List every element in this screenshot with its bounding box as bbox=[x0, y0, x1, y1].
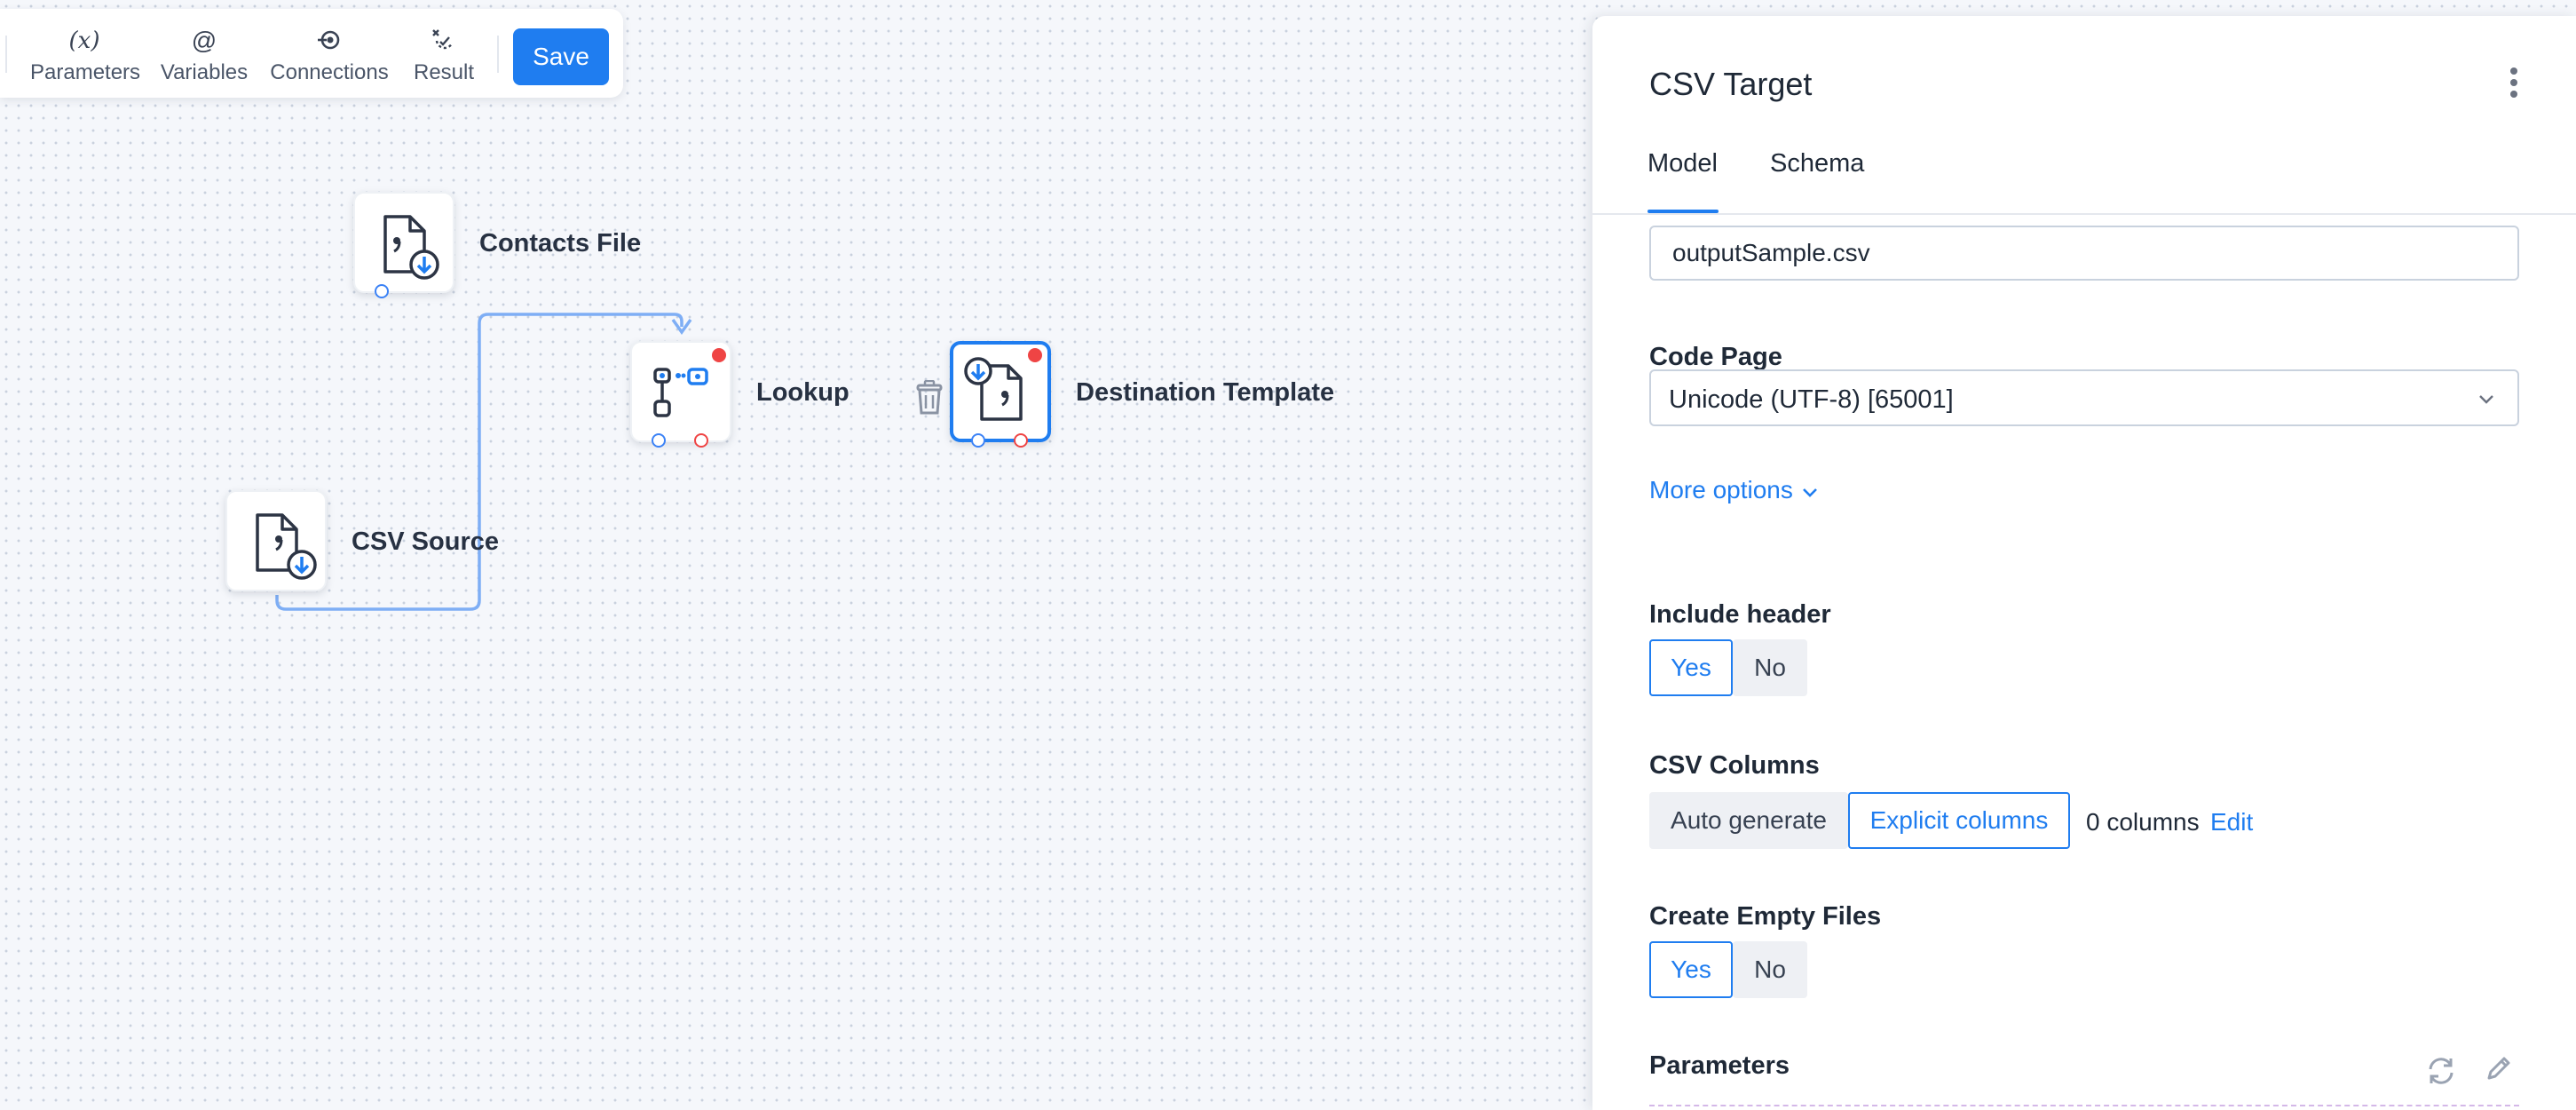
toolbar-result-label: Result bbox=[413, 60, 475, 84]
at-sign-icon: @ bbox=[191, 27, 217, 54]
connections-icon bbox=[268, 27, 391, 55]
node-csv-source[interactable] bbox=[225, 490, 327, 591]
node-lookup-error-indicator bbox=[712, 348, 726, 362]
parameters-label: Parameters bbox=[1649, 1051, 1790, 1080]
csv-file-icon bbox=[256, 513, 317, 580]
file-name-input[interactable] bbox=[1649, 226, 2519, 281]
pencil-icon[interactable] bbox=[2484, 1053, 2514, 1083]
csv-columns-explicit[interactable]: Explicit columns bbox=[1848, 792, 2070, 849]
code-page-label: Code Page bbox=[1649, 343, 1782, 371]
node-contacts-file-output-port[interactable] bbox=[375, 284, 389, 298]
create-empty-files-yes[interactable]: Yes bbox=[1649, 941, 1733, 998]
save-button[interactable]: Save bbox=[513, 28, 609, 85]
toolbar-connections-label: Connections bbox=[270, 60, 389, 84]
panel-title: CSV Target bbox=[1649, 66, 1813, 102]
code-page-select[interactable]: Unicode (UTF-8) [65001] bbox=[1649, 369, 2519, 426]
include-header-label: Include header bbox=[1649, 600, 1831, 629]
toolbar-connections[interactable]: Connections bbox=[268, 27, 391, 84]
tab-model[interactable]: Model bbox=[1648, 149, 1718, 178]
node-lookup-input-port[interactable] bbox=[652, 433, 666, 448]
node-contacts-file-label[interactable]: Contacts File bbox=[479, 229, 641, 258]
toolbar-parameters[interactable]: (x) Parameters bbox=[30, 27, 141, 84]
toolbar-variables[interactable]: @ Variables bbox=[158, 27, 250, 84]
more-options-label: More options bbox=[1649, 476, 1793, 503]
node-destination-template-input-port[interactable] bbox=[971, 433, 985, 448]
node-destination-template[interactable] bbox=[950, 341, 1051, 442]
node-lookup-error-port[interactable] bbox=[694, 433, 708, 448]
node-lookup[interactable] bbox=[630, 341, 731, 442]
include-header-yes[interactable]: Yes bbox=[1649, 639, 1733, 696]
toolbar: (x) Parameters @ Variables Connections R… bbox=[0, 9, 623, 98]
parameters-drop-area bbox=[1649, 1105, 2519, 1106]
node-destination-template-label[interactable]: Destination Template bbox=[1076, 378, 1334, 408]
result-icon bbox=[408, 27, 479, 55]
toolbar-variables-label: Variables bbox=[160, 60, 249, 84]
refresh-icon[interactable] bbox=[2423, 1053, 2459, 1089]
edit-columns-link[interactable]: Edit bbox=[2210, 808, 2253, 836]
create-empty-files-label: Create Empty Files bbox=[1649, 902, 1882, 931]
toolbar-result[interactable]: Result bbox=[408, 27, 479, 84]
code-page-value: Unicode (UTF-8) [65001] bbox=[1669, 385, 1954, 414]
node-destination-template-error-indicator bbox=[1028, 348, 1042, 362]
toolbar-divider bbox=[497, 36, 499, 73]
node-destination-template-error-port[interactable] bbox=[1014, 433, 1028, 448]
node-csv-source-label[interactable]: CSV Source bbox=[352, 527, 499, 557]
chevron-down-icon bbox=[1802, 488, 1817, 497]
tab-schema[interactable]: Schema bbox=[1770, 149, 1864, 178]
include-header-no[interactable]: No bbox=[1733, 639, 1807, 696]
connection-arrowhead bbox=[671, 318, 692, 336]
more-options-link[interactable]: More options bbox=[1649, 476, 1820, 504]
trash-icon[interactable] bbox=[914, 380, 944, 416]
columns-count: 0 columns bbox=[2086, 808, 2200, 836]
more-menu-icon[interactable] bbox=[2505, 67, 2523, 103]
connection-csv-source-to-lookup bbox=[275, 313, 684, 611]
csv-columns-label: CSV Columns bbox=[1649, 751, 1820, 780]
node-lookup-label[interactable]: Lookup bbox=[756, 378, 849, 408]
csv-columns-auto-generate[interactable]: Auto generate bbox=[1649, 792, 1848, 849]
toolbar-parameters-label: Parameters bbox=[30, 60, 141, 84]
tabs-divider bbox=[1592, 213, 2576, 215]
chevron-down-icon bbox=[2479, 395, 2493, 404]
csv-file-icon bbox=[383, 215, 439, 280]
parameters-icon: (x) bbox=[68, 28, 100, 54]
node-contacts-file[interactable] bbox=[353, 192, 454, 293]
toolbar-divider bbox=[5, 36, 7, 73]
properties-panel: CSV Target Model Schema Code Page Unicod… bbox=[1592, 16, 2576, 1110]
create-empty-files-no[interactable]: No bbox=[1733, 941, 1807, 998]
